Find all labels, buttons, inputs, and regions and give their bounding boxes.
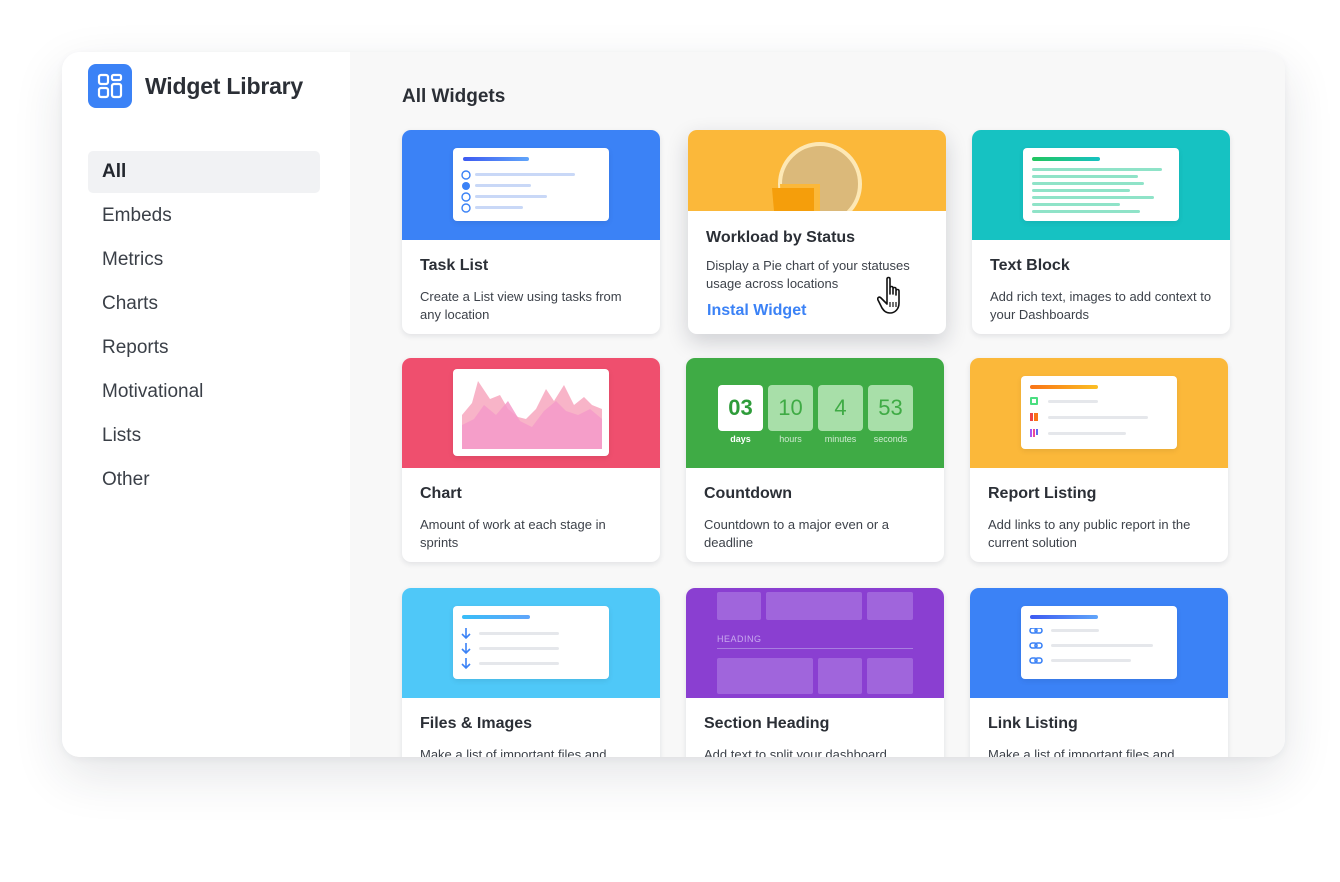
sidebar-item-all[interactable]: All [88,151,320,193]
countdown-hours-label: hours [779,434,802,444]
pie-chart-preview-icon [688,130,946,211]
countdown-minutes-label: minutes [824,434,857,444]
card-title: Workload by Status [706,229,856,246]
widget-card-section-heading[interactable]: HEADING Section Heading Add text to spli… [686,588,944,757]
card-description: Add rich text, images to add context to … [990,289,1212,322]
card-title: Chart [420,485,462,502]
widget-card-task-list[interactable]: Task List Create a List view using tasks… [402,130,660,334]
card-description: Add text to split your dashboard section… [704,747,887,757]
countdown-days-label: days [730,434,751,444]
widget-card-report-listing[interactable]: Report Listing Add links to any public r… [970,358,1228,562]
link-listing-preview-icon [970,588,1228,698]
heading-label: HEADING [717,634,762,644]
card-title: Text Block [990,257,1070,274]
widget-library-window: Widget Library All Embeds Metrics Charts… [62,52,1285,757]
brand: Widget Library [88,64,303,108]
countdown-seconds-value: 53 [868,385,913,431]
sidebar-item-other[interactable]: Other [88,459,320,501]
widget-card-countdown[interactable]: 03 10 4 53 days hours minutes seconds Co… [686,358,944,562]
page-title: All Widgets [402,86,506,107]
sidebar-item-metrics[interactable]: Metrics [88,239,320,281]
widget-card-files-images[interactable]: Files & Images Make a list of important … [402,588,660,757]
text-block-preview-icon [972,130,1230,240]
card-description: Create a List view using tasks from any … [420,289,622,322]
card-description: Amount of work at each stage in sprints [420,517,606,550]
card-description: Countdown to a major even or a deadline [704,517,889,550]
sidebar-item-charts[interactable]: Charts [88,283,320,325]
files-preview-icon [402,588,660,698]
card-title: Files & Images [420,715,533,732]
sidebar-item-motivational[interactable]: Motivational [88,371,320,413]
card-description: Add links to any public report in the cu… [988,517,1191,550]
sidebar-item-reports[interactable]: Reports [88,327,320,369]
countdown-days-value: 03 [718,385,763,431]
countdown-preview-icon: 03 10 4 53 days hours minutes seconds [686,358,944,468]
widget-grid-icon [88,64,132,108]
app-title: Widget Library [145,72,304,99]
countdown-hours-value: 10 [768,385,813,431]
section-heading-preview-icon: HEADING [686,588,944,698]
card-title: Report Listing [988,485,1097,502]
sidebar: Widget Library All Embeds Metrics Charts… [62,52,350,757]
widget-card-link-listing[interactable]: Link Listing Make a list of important fi… [970,588,1228,757]
card-title: Link Listing [988,715,1078,732]
card-title: Task List [420,257,489,274]
report-listing-preview-icon [970,358,1228,468]
task-list-preview-icon [402,130,660,240]
main-content: All Widgets Task List Create a List view… [350,52,1285,757]
sidebar-item-lists[interactable]: Lists [88,415,320,457]
card-description: Make a list of important files and [420,747,607,757]
category-nav: All Embeds Metrics Charts Reports Motiva… [88,151,320,503]
area-chart-preview-icon [402,358,660,468]
hand-pointer-cursor-icon [877,276,900,314]
card-description: Make a list of important files and [988,747,1175,757]
countdown-minutes-value: 4 [818,385,863,431]
widget-card-chart[interactable]: Chart Amount of work at each stage in sp… [402,358,660,562]
card-title: Section Heading [704,715,830,732]
widget-card-text-block[interactable]: Text Block Add rich text, images to add … [972,130,1230,334]
sidebar-item-embeds[interactable]: Embeds [88,195,320,237]
install-widget-link[interactable]: Instal Widget [707,302,806,320]
countdown-seconds-label: seconds [873,434,908,444]
card-title: Countdown [704,485,792,502]
